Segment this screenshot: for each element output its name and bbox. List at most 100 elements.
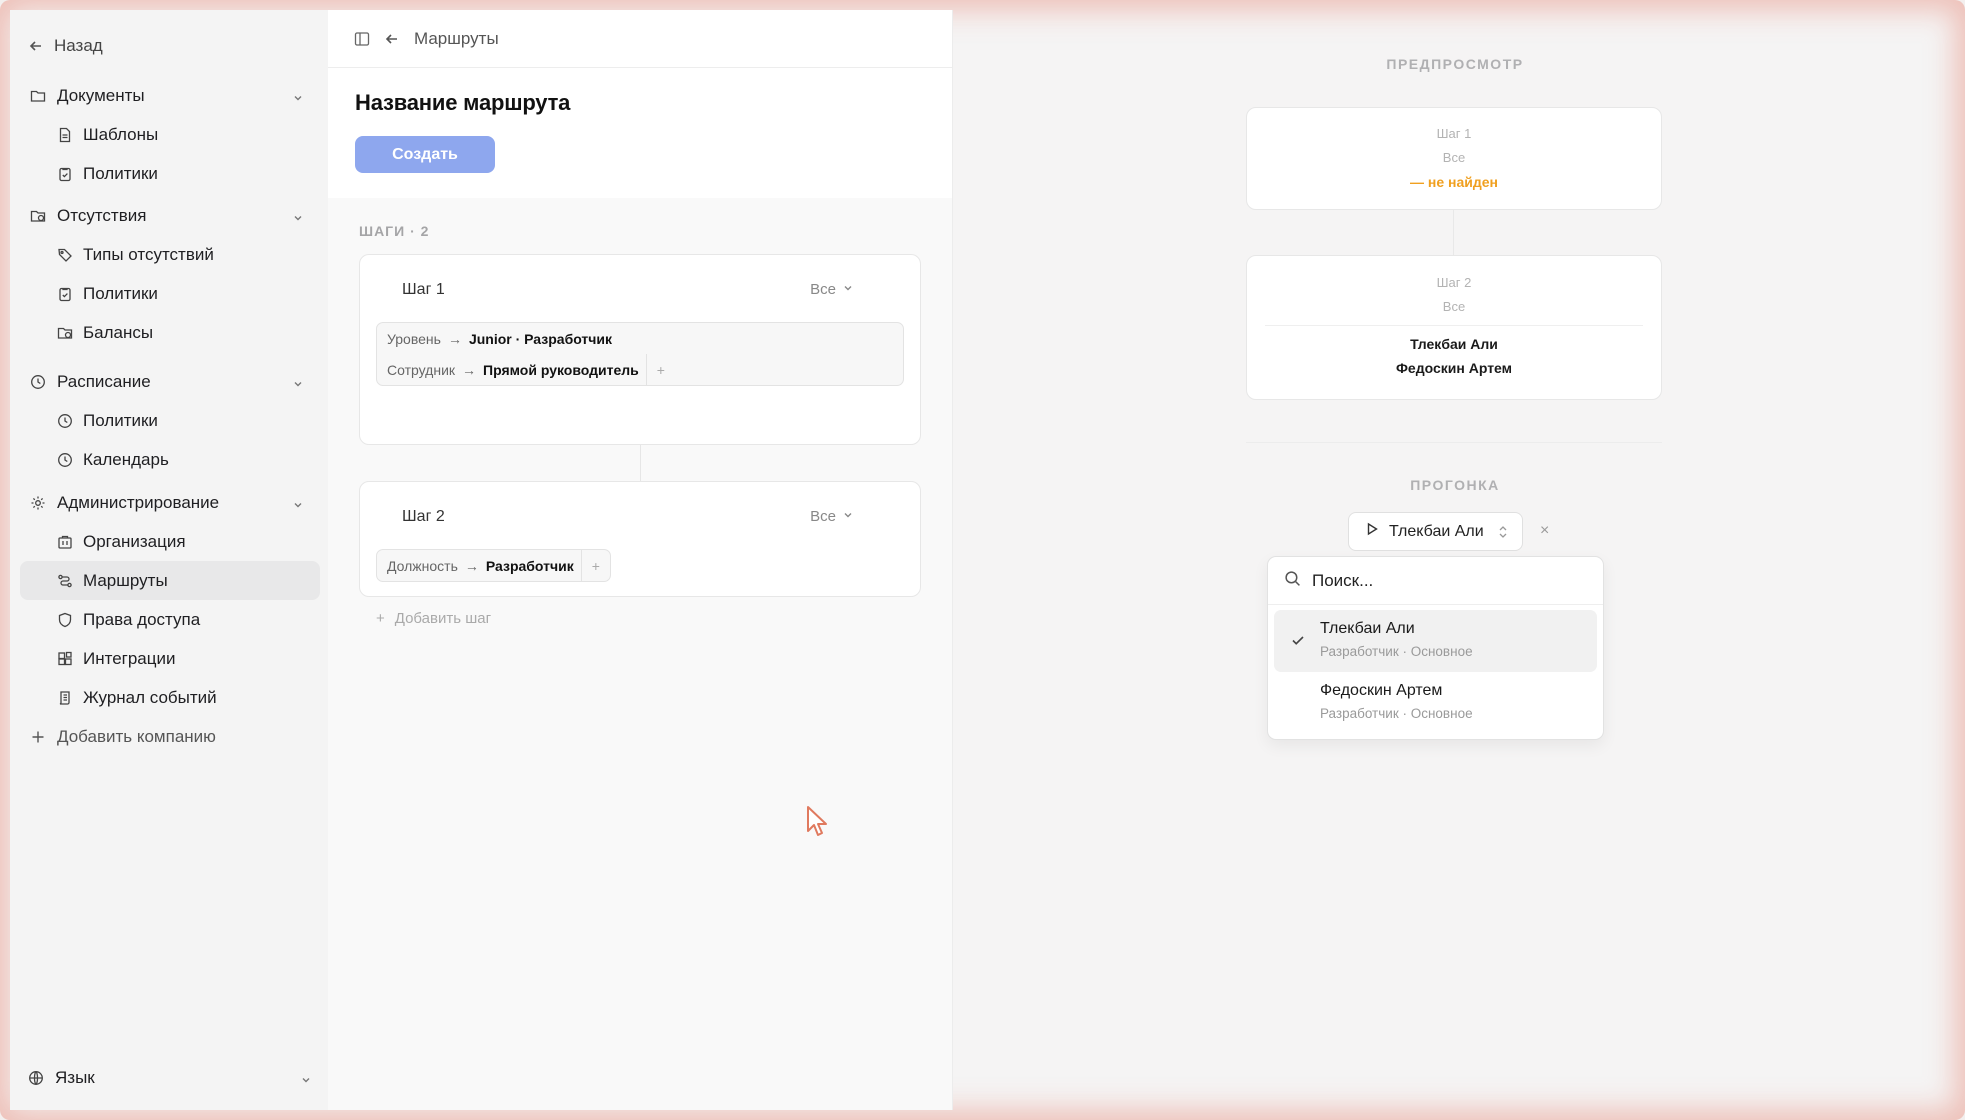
step-name: Шаг 2 <box>402 508 445 525</box>
rule-value: Junior · Разработчик <box>468 330 613 347</box>
sidebar-item-routes[interactable]: Маршруты <box>20 561 320 600</box>
sidebar-item-label: Политики <box>83 410 158 430</box>
step-mode-select[interactable]: Все <box>810 281 854 298</box>
arrow-right-icon: → <box>447 330 462 347</box>
chevron-down-icon <box>300 1071 312 1091</box>
step-connector <box>640 445 641 481</box>
sidebar-item-label: Маршруты <box>83 570 168 590</box>
nav-group-header-admin[interactable]: Администрирование <box>20 483 320 522</box>
file-text-icon <box>57 127 73 143</box>
route-icon <box>57 573 73 589</box>
search-input[interactable] <box>1312 570 1572 591</box>
rule-chip[interactable]: Должность → Разработчик + <box>377 550 610 581</box>
add-company-button[interactable]: Добавить компанию <box>20 717 320 756</box>
rule-value: Разработчик <box>485 557 574 574</box>
dropdown-search <box>1268 557 1603 605</box>
option-subtitle: Разработчик · Основное <box>1320 706 1473 721</box>
run-title: ПРОГОНКА <box>1410 477 1500 493</box>
preview-step-card: Шаг 1 Все — не найден <box>1246 107 1662 210</box>
blocks-icon <box>57 651 73 667</box>
clock-icon <box>57 413 73 429</box>
step-card: Шаг 2 Все Должность → Разработчик + <box>359 481 921 597</box>
shield-icon <box>57 612 73 628</box>
dropdown-option[interactable]: Тлекбаи Али Разработчик · Основное <box>1274 610 1597 672</box>
sidebar-item-label: Типы отсутствий <box>83 244 214 264</box>
sidebar-item-integrations[interactable]: Интеграции <box>20 639 320 678</box>
folder-clock-icon <box>57 325 73 341</box>
create-button[interactable]: Создать <box>355 136 495 173</box>
language-selector[interactable]: Язык <box>28 1068 312 1088</box>
chevron-down-icon <box>842 508 854 525</box>
sidebar-item-absence-policies[interactable]: Политики <box>20 274 320 313</box>
add-rule-icon[interactable]: + <box>580 550 610 581</box>
play-icon <box>1365 522 1379 541</box>
sidebar-item-label: Календарь <box>83 449 169 469</box>
sidebar-item-schedule-policies[interactable]: Политики <box>20 401 320 440</box>
sidebar-item-organization[interactable]: Организация <box>20 522 320 561</box>
rule-field: Уровень <box>387 330 441 347</box>
log-icon <box>57 690 73 706</box>
building-icon <box>57 534 73 550</box>
arrow-right-icon: → <box>462 361 477 378</box>
chevron-down-icon <box>292 89 304 109</box>
sidebar-item-label: Организация <box>83 531 186 551</box>
sidebar: Назад Документы Шаблоны Политики Отсутст… <box>10 10 328 1110</box>
dropdown-option[interactable]: Федоскин Артем Разработчик · Основное <box>1274 672 1597 734</box>
sidebar-item-doc-policies[interactable]: Политики <box>20 154 320 193</box>
back-link[interactable]: Назад <box>28 36 103 56</box>
run-employee-select[interactable]: Тлекбаи Али <box>1348 512 1523 551</box>
nav-group-header-documents[interactable]: Документы <box>20 76 320 115</box>
rule-field: Сотрудник <box>387 361 456 378</box>
rule-chip[interactable]: Уровень → Junior · Разработчик <box>377 323 903 354</box>
nav-group-header-absences[interactable]: Отсутствия <box>20 196 320 235</box>
sidebar-item-templates[interactable]: Шаблоны <box>20 115 320 154</box>
sidebar-item-access-rights[interactable]: Права доступа <box>20 600 320 639</box>
plus-icon: + <box>376 610 385 627</box>
breadcrumb[interactable]: Маршруты <box>414 29 499 49</box>
option-name: Тлекбаи Али <box>1320 620 1415 637</box>
preview-step-mode: Все <box>1442 150 1466 165</box>
clipboard-check-icon <box>57 286 73 302</box>
sidebar-item-event-log[interactable]: Журнал событий <box>20 678 320 717</box>
sidebar-item-calendar[interactable]: Календарь <box>20 440 320 479</box>
nav-group-label: Администрирование <box>57 492 220 512</box>
chevron-down-icon <box>842 281 854 298</box>
topbar: Маршруты <box>328 10 952 68</box>
preview-step-name: Шаг 1 <box>1436 126 1472 141</box>
nav-group-header-schedule[interactable]: Расписание <box>20 362 320 401</box>
preview-step-mode: Все <box>1442 299 1466 314</box>
step-mode-value: Все <box>810 281 836 298</box>
tag-icon <box>57 247 73 263</box>
plus-icon <box>30 729 46 745</box>
arrow-left-icon[interactable] <box>384 31 400 47</box>
nav-group-label: Документы <box>57 85 145 105</box>
preview-approver: Тлекбаи Али <box>1410 336 1498 352</box>
sidebar-item-label: Политики <box>83 283 158 303</box>
sidebar-item-label: Балансы <box>83 322 154 342</box>
add-rule-icon[interactable]: + <box>645 354 675 385</box>
clear-run-button[interactable]: × <box>1540 522 1549 540</box>
employee-dropdown: Тлекбаи Али Разработчик · Основное Федос… <box>1267 556 1604 740</box>
editor-header: Название маршрута Создать <box>328 68 952 198</box>
check-icon <box>1290 632 1306 653</box>
steps-count-label: ШАГИ · 2 <box>359 223 430 239</box>
nav-group-documents: Документы Шаблоны Политики <box>20 76 320 193</box>
language-label: Язык <box>55 1068 95 1087</box>
add-step-label: Добавить шаг <box>394 610 492 627</box>
rule-group: Уровень → Junior · Разработчик Сотрудник… <box>376 322 904 386</box>
preview-step-card: Шаг 2 Все Тлекбаи Али Федоскин Артем <box>1246 255 1662 400</box>
gear-icon <box>30 495 46 511</box>
globe-icon <box>28 1070 44 1086</box>
clock-icon <box>57 452 73 468</box>
add-step-button[interactable]: + Добавить шаг <box>376 610 491 627</box>
rule-chip[interactable]: Сотрудник → Прямой руководитель + <box>377 354 903 385</box>
nav-group-label: Расписание <box>57 371 151 391</box>
route-title-input[interactable]: Название маршрута <box>355 90 925 116</box>
sidebar-item-balances[interactable]: Балансы <box>20 313 320 352</box>
step-mode-select[interactable]: Все <box>810 508 854 525</box>
route-editor: Маршруты Название маршрута Создать ШАГИ … <box>328 10 953 1110</box>
step-name: Шаг 1 <box>402 281 445 298</box>
sidebar-item-absence-types[interactable]: Типы отсутствий <box>20 235 320 274</box>
sidebar-item-label: Политики <box>83 163 158 183</box>
sidebar-toggle-icon[interactable] <box>354 31 370 47</box>
